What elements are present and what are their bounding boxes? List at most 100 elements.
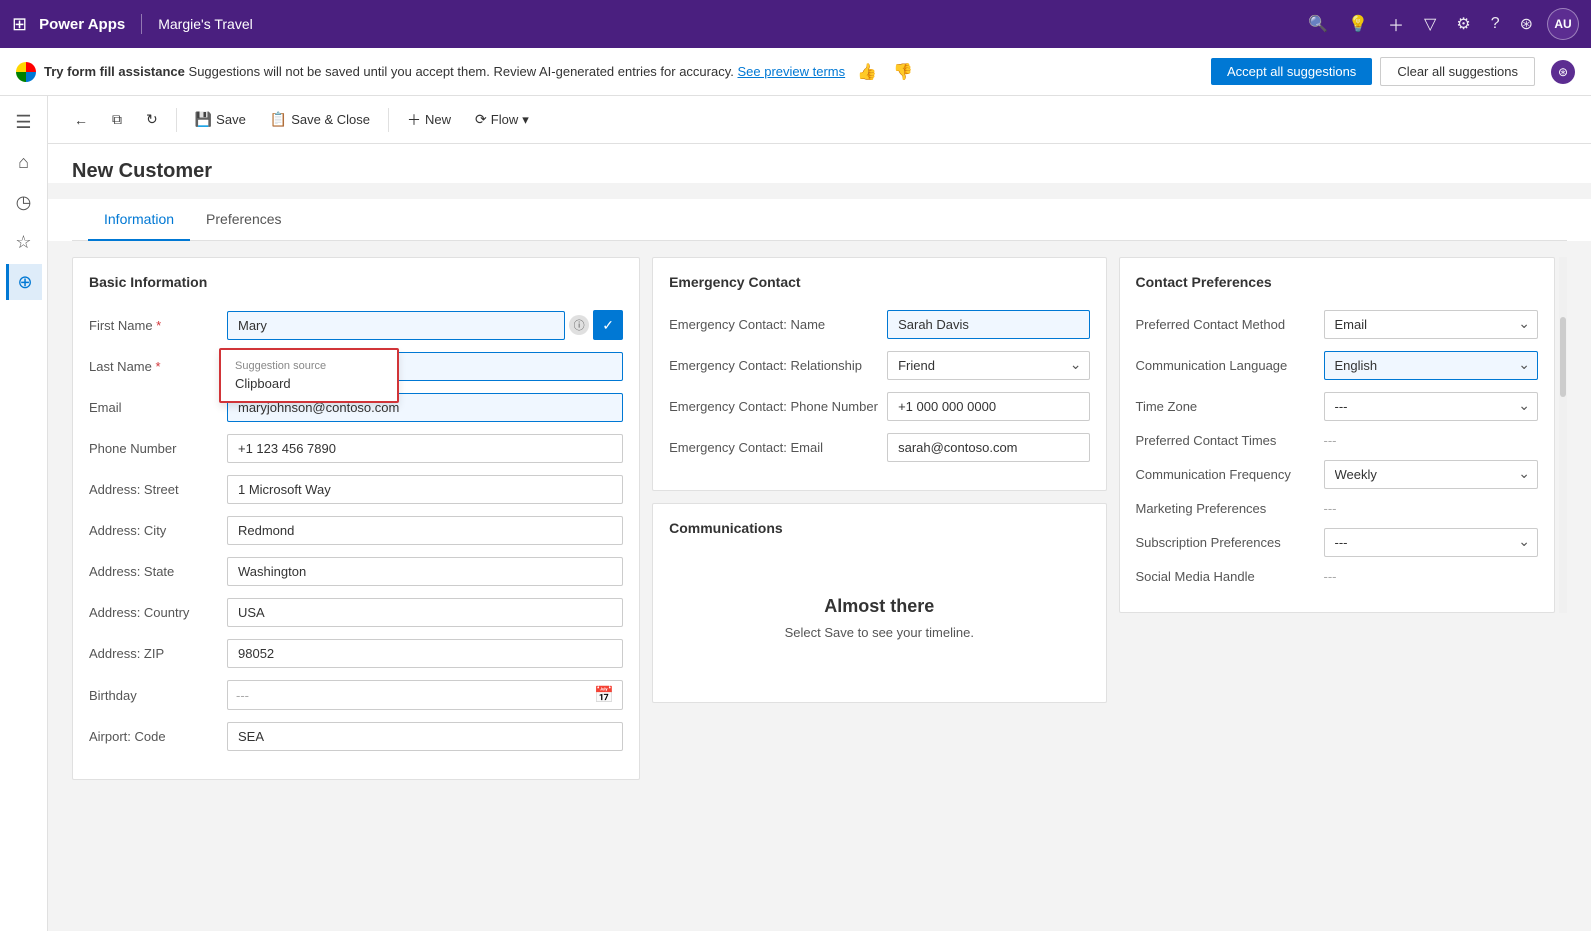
sidebar-bookmark-icon[interactable]: ☆: [6, 224, 42, 260]
preferred-method-select[interactable]: Email Phone SMS: [1324, 310, 1539, 339]
toolbar-divider-2: [388, 108, 389, 132]
new-button[interactable]: ＋ New: [397, 104, 461, 136]
subscription-prefs-row: Subscription Preferences ---: [1136, 528, 1539, 557]
country-input[interactable]: [227, 598, 623, 627]
flow-button[interactable]: ⟳ Flow ▾: [465, 105, 539, 134]
birthday-label: Birthday: [89, 688, 219, 703]
page-title-bar: New Customer: [48, 144, 1591, 183]
calendar-icon[interactable]: 📅: [594, 685, 614, 705]
tab-information[interactable]: Information: [88, 199, 190, 241]
sidebar-recent-icon[interactable]: ◷: [6, 184, 42, 220]
comm-language-label: Communication Language: [1136, 358, 1316, 373]
ai-banner: Try form fill assistance Suggestions wil…: [0, 48, 1591, 96]
preferred-times-label: Preferred Contact Times: [1136, 433, 1316, 448]
city-input[interactable]: [227, 516, 623, 545]
timezone-row: Time Zone ---: [1136, 392, 1539, 421]
thumbs-down-icon[interactable]: 👎: [893, 62, 913, 82]
back-button[interactable]: ←: [64, 106, 98, 134]
sidebar-menu-icon[interactable]: ☰: [6, 104, 42, 140]
main-content: ← ⧉ ↻ 💾 Save 📋 Save & Close ＋ New: [48, 96, 1591, 931]
copilot-icon[interactable]: ⊛: [1520, 14, 1533, 34]
sidebar-home-icon[interactable]: ⌂: [6, 144, 42, 180]
waffle-icon[interactable]: ⊞: [12, 14, 27, 35]
banner-text: Try form fill assistance Suggestions wil…: [44, 64, 845, 79]
social-media-row: Social Media Handle ---: [1136, 569, 1539, 584]
ec-phone-label: Emergency Contact: Phone Number: [669, 399, 879, 414]
almost-there-text: Select Save to see your timeline.: [685, 625, 1073, 640]
lightbulb-icon[interactable]: 💡: [1348, 14, 1368, 34]
preferred-method-label: Preferred Contact Method: [1136, 317, 1316, 332]
form-sections-wrapper: Basic Information First Name ⓘ ✓ S: [48, 257, 1591, 804]
comm-language-select[interactable]: English Spanish French: [1324, 351, 1539, 380]
phone-input[interactable]: [227, 434, 623, 463]
col-left: Basic Information First Name ⓘ ✓ S: [72, 257, 640, 780]
save-button[interactable]: 💾 Save: [185, 105, 256, 134]
refresh-button[interactable]: ↻: [136, 105, 168, 134]
zip-label: Address: ZIP: [89, 646, 219, 661]
airport-input[interactable]: [227, 722, 623, 751]
state-input[interactable]: [227, 557, 623, 586]
marketing-prefs-label: Marketing Preferences: [1136, 501, 1316, 516]
refresh-icon: ↻: [146, 111, 158, 128]
comm-frequency-label: Communication Frequency: [1136, 467, 1316, 482]
first-name-accept-btn[interactable]: ✓: [593, 310, 623, 340]
first-name-input[interactable]: [227, 311, 565, 340]
airport-label: Airport: Code: [89, 729, 219, 744]
timezone-select[interactable]: ---: [1324, 392, 1539, 421]
almost-there: Almost there Select Save to see your tim…: [669, 556, 1089, 680]
settings-icon[interactable]: ⚙: [1456, 14, 1470, 34]
copilot-side-icon[interactable]: ⊛: [1551, 60, 1575, 84]
page-title: New Customer: [72, 160, 1567, 183]
toolbar-divider-1: [176, 108, 177, 132]
scrollbar[interactable]: [1559, 257, 1567, 613]
search-icon[interactable]: 🔍: [1308, 14, 1328, 34]
ec-name-input[interactable]: [887, 310, 1089, 339]
communications-section: Communications Almost there Select Save …: [652, 503, 1106, 703]
scrollbar-thumb[interactable]: [1560, 317, 1566, 397]
save-close-button[interactable]: 📋 Save & Close: [260, 105, 380, 134]
top-navigation: ⊞ Power Apps Margie's Travel 🔍 💡 ＋ ▽ ⚙ ?…: [0, 0, 1591, 48]
tab-preferences[interactable]: Preferences: [190, 199, 297, 241]
col-mid: Emergency Contact Emergency Contact: Nam…: [652, 257, 1106, 703]
ec-relationship-label: Emergency Contact: Relationship: [669, 358, 879, 373]
ec-relationship-select-wrap: Friend Spouse Parent Sibling Other: [887, 351, 1089, 380]
app-name: Power Apps: [39, 16, 125, 33]
thumbs-up-icon[interactable]: 👍: [857, 62, 877, 82]
preview-terms-link[interactable]: See preview terms: [737, 64, 845, 79]
last-name-label: Last Name: [89, 359, 219, 374]
zip-row: Address: ZIP: [89, 639, 623, 668]
street-input[interactable]: [227, 475, 623, 504]
zip-input[interactable]: [227, 639, 623, 668]
help-icon[interactable]: ?: [1491, 15, 1500, 33]
street-label: Address: Street: [89, 482, 219, 497]
sidebar-globe-icon[interactable]: ⊕: [6, 264, 42, 300]
basic-info-section: Basic Information First Name ⓘ ✓ S: [72, 257, 640, 780]
clear-all-button[interactable]: Clear all suggestions: [1380, 57, 1535, 86]
ec-phone-input[interactable]: [887, 392, 1089, 421]
filter-icon[interactable]: ▽: [1424, 14, 1436, 34]
ec-relationship-select[interactable]: Friend Spouse Parent Sibling Other: [887, 351, 1089, 380]
phone-row: Phone Number: [89, 434, 623, 463]
left-sidebar: ☰ ⌂ ◷ ☆ ⊕: [0, 96, 48, 931]
preferred-method-row: Preferred Contact Method Email Phone SMS: [1136, 310, 1539, 339]
plus-icon[interactable]: ＋: [1388, 12, 1404, 36]
tabs-bar: Information Preferences: [48, 199, 1591, 241]
preferred-times-value: ---: [1324, 433, 1337, 448]
state-row: Address: State: [89, 557, 623, 586]
email-label: Email: [89, 400, 219, 415]
subscription-prefs-select[interactable]: ---: [1324, 528, 1539, 557]
popout-button[interactable]: ⧉: [102, 105, 132, 134]
timezone-wrap: ---: [1324, 392, 1539, 421]
almost-there-title: Almost there: [685, 596, 1073, 617]
first-name-info-icon[interactable]: ⓘ: [569, 315, 589, 335]
communications-title: Communications: [669, 520, 1089, 540]
user-avatar[interactable]: AU: [1547, 8, 1579, 40]
comm-frequency-select[interactable]: Weekly Daily Monthly: [1324, 460, 1539, 489]
col-right: Contact Preferences Preferred Contact Me…: [1119, 257, 1568, 613]
ec-email-input[interactable]: [887, 433, 1089, 462]
popout-icon: ⧉: [112, 111, 122, 128]
accept-all-button[interactable]: Accept all suggestions: [1211, 58, 1372, 85]
subscription-prefs-wrap: ---: [1324, 528, 1539, 557]
state-label: Address: State: [89, 564, 219, 579]
nav-divider: [141, 14, 142, 34]
